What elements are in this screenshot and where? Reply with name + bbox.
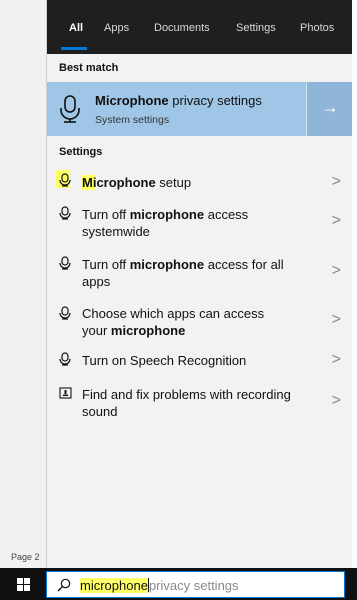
list-item-label: Turn on Speech Recognition [82,353,247,368]
chevron-right-icon: > [331,212,341,229]
search-flyout: All Apps Documents Settings Photos Best … [46,0,353,568]
chevron-right-icon: > [331,392,341,409]
search-suggestion: privacy settings [148,578,239,593]
best-match-title: Microphone privacy settings [95,93,262,108]
tab-documents[interactable]: Documents [154,22,210,34]
list-item[interactable]: Turn on Speech Recognition > [47,348,353,372]
open-button[interactable]: → [306,82,353,136]
search-icon [57,578,71,592]
chevron-right-icon: > [331,262,341,279]
search-typed-text: microphone [80,578,148,593]
list-item[interactable]: Choose which apps can access your microp… [47,300,353,340]
start-button[interactable] [0,568,46,600]
list-item-label: Choose which apps can access your microp… [82,306,265,338]
chevron-right-icon: > [331,351,341,368]
arrow-right-icon: → [321,97,339,117]
microphone-icon [59,173,71,187]
list-item[interactable]: Turn off microphone access systemwide > [47,200,353,240]
list-item[interactable]: Microphone setup > [47,168,353,196]
tab-all[interactable]: All [69,22,83,34]
microphone-icon [60,95,80,123]
troubleshoot-icon [59,387,72,399]
window-edge [352,0,357,600]
settings-heading: Settings [59,146,103,158]
list-item[interactable]: Turn off microphone access for all apps … [47,252,353,292]
tab-photos[interactable]: Photos [300,22,334,34]
list-item[interactable]: Find and fix problems with recording sou… [47,383,353,423]
chevron-right-icon: > [331,311,341,328]
microphone-icon [59,306,71,320]
tab-settings[interactable]: Settings [236,22,276,34]
best-match-subtitle: System settings [95,114,170,126]
background-document: Page 2 [0,0,46,568]
microphone-icon [59,352,71,366]
microphone-icon [59,256,71,270]
search-input[interactable]: microphoneprivacy settings [46,571,345,598]
chevron-right-icon: > [331,173,341,190]
list-item-label: Turn off microphone access systemwide [82,207,249,239]
list-item-label: Find and fix problems with recording sou… [82,387,291,419]
search-tabs: All Apps Documents Settings Photos [47,0,353,54]
tab-apps[interactable]: Apps [104,22,129,34]
taskbar: microphoneprivacy settings [0,568,357,600]
best-match-heading: Best match [59,62,119,74]
list-item-label: Turn off microphone access for all apps [82,257,284,289]
active-tab-indicator [61,47,87,50]
page-label: Page 2 [11,552,40,562]
microphone-icon [59,206,71,220]
windows-logo-icon [17,578,30,591]
list-item-label: Microphone setup [82,175,192,190]
search-query: microphoneprivacy settings [80,578,239,593]
best-match-item[interactable]: Microphone privacy settings System setti… [47,82,353,136]
